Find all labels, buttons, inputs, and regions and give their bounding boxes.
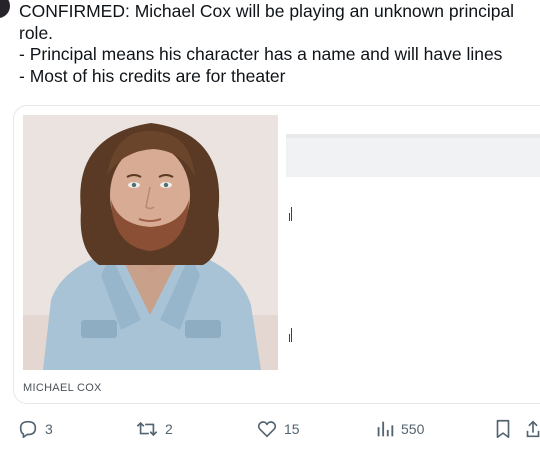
bookmark-button[interactable]: [494, 414, 512, 444]
views-count: 550: [401, 421, 425, 437]
heart-icon: [257, 421, 277, 438]
views-chart-icon: [377, 421, 394, 437]
views-button[interactable]: 550: [375, 414, 424, 444]
tweet-text: CONFIRMED: Michael Cox will be playing a…: [19, 1, 515, 86]
retweet-icon: [136, 421, 158, 437]
audio-bars-icon: [289, 328, 292, 342]
like-count: 15: [284, 421, 300, 437]
share-button[interactable]: [526, 414, 540, 444]
like-button[interactable]: 15: [256, 414, 300, 444]
share-icon: [526, 420, 540, 438]
reply-count: 3: [45, 421, 53, 437]
retweet-button[interactable]: 2: [135, 414, 173, 444]
media-card[interactable]: MICHAEL COX: [13, 105, 540, 404]
reply-button[interactable]: 3: [17, 414, 53, 444]
profile-photo[interactable]: [23, 115, 278, 370]
retweet-count: 2: [165, 421, 173, 437]
photo-caption: MICHAEL COX: [23, 382, 102, 394]
bookmark-icon: [496, 419, 510, 439]
reply-icon: [19, 420, 37, 439]
author-avatar[interactable]: [0, 0, 10, 18]
audio-bars-icon: [289, 207, 292, 221]
tweet-actions: 3 2 15 550: [0, 414, 540, 444]
placeholder-bar: [286, 134, 540, 177]
portrait-image: [23, 115, 278, 370]
